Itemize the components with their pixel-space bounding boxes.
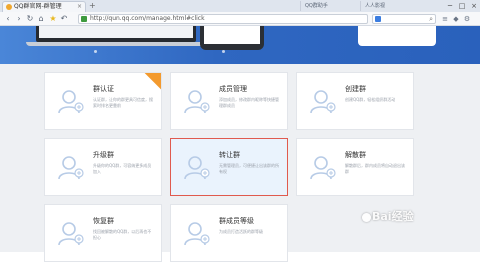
feature-card-title: 解散群	[345, 151, 366, 159]
laptop-base-image	[26, 42, 206, 46]
new-ribbon-icon	[144, 73, 161, 90]
extension-icon[interactable]: ◆	[452, 15, 460, 23]
qq-favicon-icon	[6, 4, 12, 10]
feature-card[interactable]: 升级群升级你的QQ群，可容纳更多成员加入	[44, 138, 162, 196]
user-group-icon	[57, 221, 85, 247]
browser-window: QQ群官网-群管理 × + QQ群助手 人人影视 ─ □ × ‹ › ↻ ⌂ ★…	[0, 0, 480, 262]
hero-banner	[0, 26, 480, 64]
feature-card-title: 群认证	[93, 85, 114, 93]
new-tab-button[interactable]: +	[89, 1, 96, 11]
laptop-image	[36, 26, 196, 42]
phone-screen	[204, 26, 260, 44]
tab-title: QQ群官网-群管理	[14, 3, 62, 10]
user-group-icon	[57, 155, 85, 181]
tab-qq-group[interactable]: QQ群官网-群管理 ×	[2, 1, 86, 12]
home-icon[interactable]: ⌂	[36, 14, 46, 24]
feature-card-title: 成员管理	[219, 85, 247, 93]
secure-icon	[81, 16, 87, 22]
feature-card-description: 解散群后，群内成员将自动退出该群	[345, 163, 405, 174]
feature-card-title: 转让群	[219, 151, 240, 159]
user-group-icon	[183, 155, 211, 181]
tab-strip: QQ群官网-群管理 × + QQ群助手 人人影视 ─ □ ×	[0, 0, 480, 12]
feature-card[interactable]: 解散群解散群后，群内成员将自动退出该群	[296, 138, 414, 196]
feature-card-description: 创建QQ群，轻松组织群活动	[345, 97, 396, 102]
minimize-button[interactable]: ─	[444, 0, 456, 12]
menu-icon[interactable]: ≡	[441, 15, 449, 23]
feature-card[interactable]: 群认证认证群，让你的群更具可信度，搜索时排名更靠前	[44, 72, 162, 130]
carousel-dot[interactable]	[222, 50, 225, 53]
feature-card[interactable]: 转让群无需管理员，可便捷让出该群的所有权	[170, 138, 288, 196]
feature-card[interactable]: 创建群创建QQ群，轻松组织群活动	[296, 72, 414, 130]
close-window-button[interactable]: ×	[468, 0, 480, 12]
feature-card-title: 群成员等级	[219, 217, 254, 225]
feature-card-description: 为成员打造活跃的群等级	[219, 229, 263, 234]
feature-card[interactable]: 群成员等级为成员打造活跃的群等级	[170, 204, 288, 262]
user-group-icon	[309, 155, 337, 181]
feature-card-description: 添加成员，修改群内昵称等快捷管理群成员	[219, 97, 279, 108]
phone-image	[200, 26, 264, 50]
feature-card-description: 升级你的QQ群，可容纳更多成员加入	[93, 163, 152, 174]
undo-icon[interactable]: ↶	[59, 14, 69, 24]
maximize-button[interactable]: □	[456, 0, 468, 12]
feature-card-description: 无需管理员，可便捷让出该群的所有权	[219, 163, 279, 174]
paw-icon	[362, 213, 371, 222]
carousel-dot[interactable]	[94, 50, 97, 53]
search-box[interactable]: ⌕	[372, 14, 436, 24]
settings-icon[interactable]: ⚙	[463, 15, 471, 23]
laptop-screen	[39, 26, 193, 38]
search-input[interactable]	[383, 15, 425, 23]
banner-login-panel	[358, 26, 436, 46]
feature-card-description: 认证群，让你的群更具可信度，搜索时排名更靠前	[93, 97, 153, 108]
feature-card-title: 升级群	[93, 151, 114, 159]
tab-close-icon[interactable]: ×	[77, 2, 82, 12]
forward-icon[interactable]: ›	[14, 14, 24, 24]
star-icon[interactable]: ★	[48, 14, 58, 24]
feature-card-description: 找回被解散的QQ群，以后再也不担心	[93, 229, 152, 240]
feature-card[interactable]: 恢复群找回被解散的QQ群，以后再也不担心	[44, 204, 162, 262]
background-tab[interactable]: QQ群助手	[300, 1, 358, 11]
search-engine-icon[interactable]	[375, 16, 381, 22]
watermark: Bai经验	[372, 210, 414, 223]
user-group-icon	[183, 89, 211, 115]
feature-card-title: 创建群	[345, 85, 366, 93]
navigation-bar: ‹ › ↻ ⌂ ★ ↶ http://qun.qq.com/manage.htm…	[0, 12, 480, 26]
feature-card[interactable]: 成员管理添加成员，修改群内昵称等快捷管理群成员	[170, 72, 288, 130]
feature-card-title: 恢复群	[93, 217, 114, 225]
search-icon[interactable]: ⌕	[429, 14, 433, 24]
background-tabs: QQ群助手 人人影视	[300, 1, 420, 11]
address-bar[interactable]: http://qun.qq.com/manage.html#click	[78, 14, 368, 24]
refresh-icon[interactable]: ↻	[25, 14, 35, 24]
back-icon[interactable]: ‹	[3, 14, 13, 24]
user-group-icon	[57, 89, 85, 115]
url-text: http://qun.qq.com/manage.html#click	[90, 15, 205, 22]
user-group-icon	[183, 221, 211, 247]
background-tab[interactable]: 人人影视	[360, 1, 418, 11]
user-group-icon	[309, 89, 337, 115]
